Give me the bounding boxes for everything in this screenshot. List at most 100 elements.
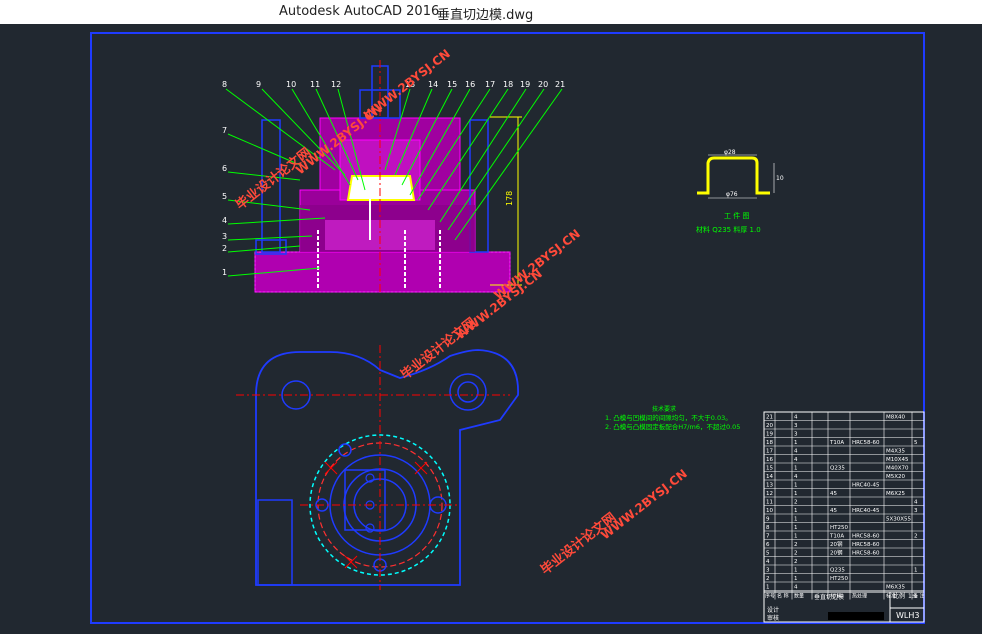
title-block-cell: 1 <box>794 525 798 531</box>
svg-text:WWW.2BYSJ.CN: WWW.2BYSJ.CN <box>598 466 690 542</box>
title-block-cell: M6X25 <box>886 491 906 497</box>
svg-text:WLH3: WLH3 <box>896 611 919 620</box>
title-block-cell: 18 <box>766 440 773 446</box>
svg-text:4: 4 <box>222 216 227 225</box>
title-block-cell: 9 <box>766 517 770 523</box>
part-caption: 工 件 图 <box>724 211 749 220</box>
title-block-cell: Q235 <box>830 466 845 472</box>
title-block-cell: 14 <box>766 474 773 480</box>
title-block-cell: HRC58-60 <box>852 551 880 557</box>
title-block-cell: M6X35 <box>886 585 906 591</box>
title-block-cell: 17 <box>766 449 773 455</box>
title-block-cell: 1 <box>794 491 798 497</box>
svg-text:15: 15 <box>447 80 457 89</box>
title-block-cell: 21 <box>766 415 773 421</box>
title-block-cell: HT250 <box>830 525 848 531</box>
svg-text:11: 11 <box>310 80 320 89</box>
title-block-cell: 19 <box>766 432 773 438</box>
title-block-cell: 4 <box>794 415 798 421</box>
title-block-cell: 13 <box>766 483 773 489</box>
title-block-cell: 1 <box>794 466 798 472</box>
title-block-cell: 4 <box>766 559 770 565</box>
title-block-cell: M8X40 <box>886 415 906 421</box>
svg-text:WWW.2BYSJ.CN: WWW.2BYSJ.CN <box>361 46 453 122</box>
title-block-cell: 2 <box>794 542 798 548</box>
svg-text:φ76: φ76 <box>726 191 738 198</box>
title-block-cell: 1 <box>914 568 918 574</box>
title-block-cell: 6 <box>766 542 770 548</box>
technical-notes: 技术要求 1. 凸模与凹模间的间隙均匀，不大于0.03。 2. 凸模与凸模固定板… <box>605 405 740 431</box>
svg-text:17: 17 <box>485 80 495 89</box>
svg-text:φ28: φ28 <box>724 149 736 156</box>
title-block-cell: 1 <box>794 568 798 574</box>
title-block-cell: T10A <box>829 440 844 446</box>
svg-text:3: 3 <box>222 232 227 241</box>
title-block-header: 名 称 <box>777 593 789 600</box>
title-block-cell: 5X30X55 <box>886 517 912 523</box>
title-block-cell: 4 <box>914 500 918 506</box>
title-block-cell: HRC58-60 <box>852 542 880 548</box>
title-block-header: 序号 <box>765 593 775 600</box>
svg-text:10: 10 <box>286 80 296 89</box>
title-block-cell: M4X35 <box>886 449 906 455</box>
svg-text:2. 凸模与凸模固定板配合H7/m6，不超过0.05: 2. 凸模与凸模固定板配合H7/m6，不超过0.05 <box>605 422 740 431</box>
drawing-canvas[interactable]: 178 8 9 10 11 12 13 14 15 16 17 18 19 20… <box>0 24 982 634</box>
svg-text:设计: 设计 <box>767 606 779 614</box>
svg-text:5: 5 <box>222 192 227 201</box>
title-block-cell: 1 <box>766 585 770 591</box>
window-title-bar: Autodesk AutoCAD 2016 垂直切边模.dwg <box>0 0 982 24</box>
height-dimension: 178 <box>505 191 514 206</box>
title-block-cell: 20钢 <box>830 549 843 557</box>
svg-text:毕业设计论文网: 毕业设计论文网 <box>538 510 620 579</box>
title-block-cell: 20 <box>766 423 773 429</box>
title-block-cell: T10A <box>829 534 844 540</box>
title-block-cell: HT250 <box>830 576 848 582</box>
title-block-header: 热处理 <box>852 593 867 600</box>
title-block-cell: 45 <box>830 508 837 514</box>
title-block-cell: 7 <box>766 534 770 540</box>
title-block-cell: 1 <box>794 508 798 514</box>
title-block-cell: 4 <box>794 449 798 455</box>
title-block-cell: HRC58-60 <box>852 440 880 446</box>
title-block-cell: 1 <box>794 576 798 582</box>
svg-text:技术要求: 技术要求 <box>652 405 676 413</box>
title-block-cell: 3 <box>766 568 770 574</box>
title-block-cell: 11 <box>766 500 773 506</box>
title-block-cell: 15 <box>766 466 773 472</box>
part-material: 材料 Q235 料厚 1.0 <box>696 225 761 234</box>
svg-text:21: 21 <box>555 80 565 89</box>
svg-text:2: 2 <box>222 244 227 253</box>
svg-text:16: 16 <box>465 80 475 89</box>
title-block-cell: 3 <box>914 508 918 514</box>
svg-text:10: 10 <box>776 175 784 182</box>
svg-text:垂直切边模: 垂直切边模 <box>814 593 844 601</box>
svg-text:1. 凸模与凹模间的间隙均匀，不大于0.03。: 1. 凸模与凹模间的间隙均匀，不大于0.03。 <box>605 413 732 422</box>
svg-text:19: 19 <box>520 80 530 89</box>
title-block-cell: 2 <box>794 559 798 565</box>
title-block-cell: 8 <box>766 525 770 531</box>
svg-text:12: 12 <box>331 80 341 89</box>
svg-text:14: 14 <box>428 80 438 89</box>
watermarks: 毕业设计论文网 WWW.2BYSJ.CN 毕业设计论文网 WWW.2BYSJ.C… <box>233 46 690 578</box>
title-block-header: 数量 <box>794 593 804 600</box>
balloons-left: 7 6 5 4 3 2 1 <box>222 126 227 277</box>
title-block-cell: HRC58-60 <box>852 534 880 540</box>
title-block-cell: 2 <box>794 551 798 557</box>
part-drawing: φ28 10 φ76 工 件 图 材料 Q235 料厚 1.0 <box>696 149 784 234</box>
title-block-cell: 2 <box>914 534 918 540</box>
title-block-cell: 10 <box>766 508 773 514</box>
svg-text:审核: 审核 <box>767 614 779 622</box>
svg-text:20: 20 <box>538 80 548 89</box>
svg-text:8: 8 <box>222 80 227 89</box>
app-title: Autodesk AutoCAD 2016 <box>279 4 440 19</box>
svg-text:6: 6 <box>222 164 227 173</box>
title-block-cell: 5 <box>766 551 770 557</box>
title-block-cell: 1 <box>794 483 798 489</box>
svg-text:18: 18 <box>503 80 513 89</box>
title-block-cell: 2 <box>794 500 798 506</box>
title-block-cell: HRC40-45 <box>852 483 880 489</box>
file-name: 垂直切边模.dwg <box>437 8 534 23</box>
svg-text:1: 1 <box>222 268 227 277</box>
title-block-cell: 12 <box>766 491 773 497</box>
title-block-cell: 4 <box>794 585 798 591</box>
